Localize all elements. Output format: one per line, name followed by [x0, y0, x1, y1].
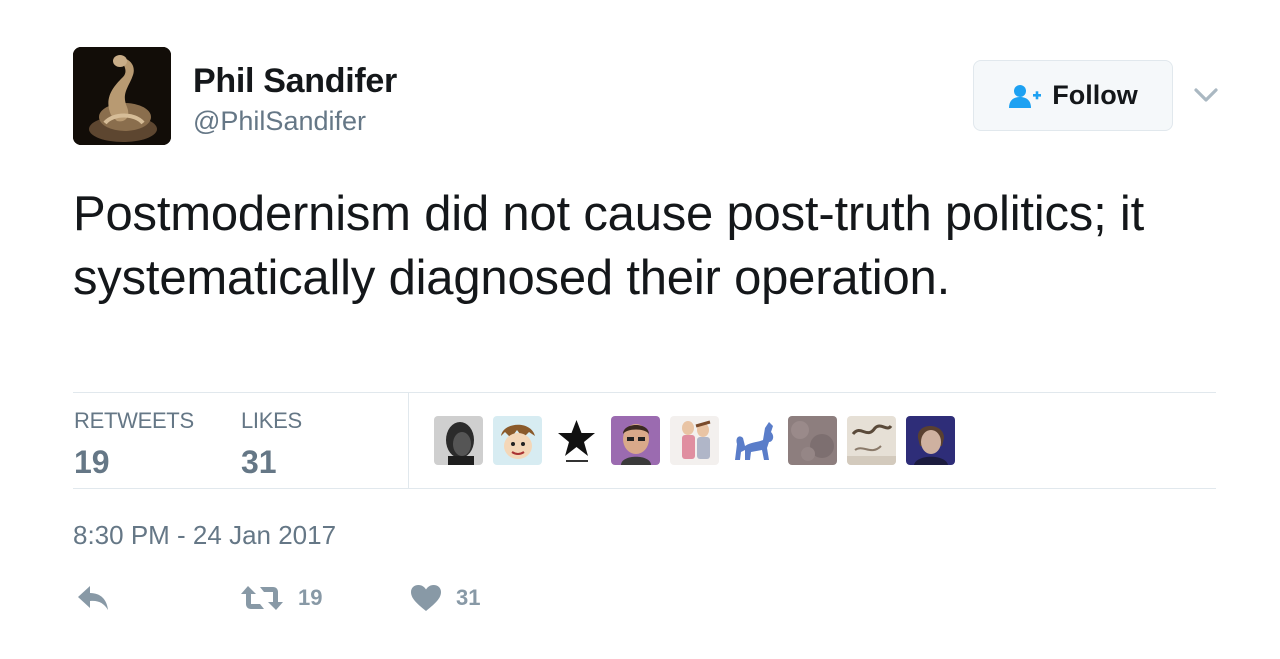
retweets-count: 19	[74, 444, 110, 480]
like-count: 31	[456, 585, 481, 610]
liker-avatar-9[interactable]	[906, 416, 955, 465]
likes-label: LIKES	[241, 408, 302, 433]
tweet-text: Postmodernism did not cause post-truth p…	[73, 187, 1145, 305]
graffiti-photo-icon	[847, 416, 896, 465]
star-icon	[552, 416, 601, 465]
reply-button[interactable]	[76, 584, 110, 612]
follow-button-label: Follow	[1052, 80, 1138, 110]
reply-icon	[78, 586, 108, 610]
likes-stat[interactable]: LIKES 31	[241, 408, 302, 481]
author-name[interactable]: Phil Sandifer	[193, 62, 397, 101]
avatar-photo-icon	[73, 47, 171, 145]
more-options-caret[interactable]	[1190, 82, 1222, 108]
retweet-button[interactable]: 19	[240, 584, 322, 612]
cartoon-avatar-icon	[493, 416, 542, 465]
liker-avatar-8[interactable]	[847, 416, 896, 465]
tweet-timestamp[interactable]: 8:30 PM - 24 Jan 2017	[73, 520, 336, 551]
texture-photo-icon	[788, 416, 837, 465]
cartoon-avatar-icon	[670, 416, 719, 465]
author-handle[interactable]: @PhilSandifer	[193, 106, 366, 137]
person-photo-icon	[906, 416, 955, 465]
likes-count: 31	[241, 444, 277, 480]
heart-icon	[411, 585, 441, 611]
pony-icon	[729, 416, 778, 465]
liker-avatar-1[interactable]	[434, 416, 483, 465]
like-button[interactable]: 31	[410, 584, 480, 612]
chevron-down-icon	[1194, 88, 1218, 102]
liker-avatar-7[interactable]	[788, 416, 837, 465]
stats-divider-top	[73, 392, 1216, 393]
tweet-card: Phil Sandifer @PhilSandifer Follow Postm…	[0, 0, 1280, 659]
likers-avatars	[434, 416, 955, 465]
liker-avatar-6[interactable]	[729, 416, 778, 465]
retweets-label: RETWEETS	[74, 408, 194, 433]
person-photo-icon	[434, 416, 483, 465]
liker-avatar-2[interactable]	[493, 416, 542, 465]
retweet-count: 19	[298, 585, 323, 610]
stats-divider-bottom	[73, 488, 1216, 489]
retweets-stat[interactable]: RETWEETS 19	[74, 408, 194, 481]
retweet-icon	[241, 586, 283, 610]
person-photo-icon	[611, 416, 660, 465]
stats-separator	[408, 393, 409, 488]
liker-avatar-3[interactable]	[552, 416, 601, 465]
add-user-icon	[1009, 84, 1042, 108]
liker-avatar-4[interactable]	[611, 416, 660, 465]
follow-button[interactable]: Follow	[973, 60, 1173, 131]
liker-avatar-5[interactable]	[670, 416, 719, 465]
author-avatar[interactable]	[73, 47, 171, 145]
